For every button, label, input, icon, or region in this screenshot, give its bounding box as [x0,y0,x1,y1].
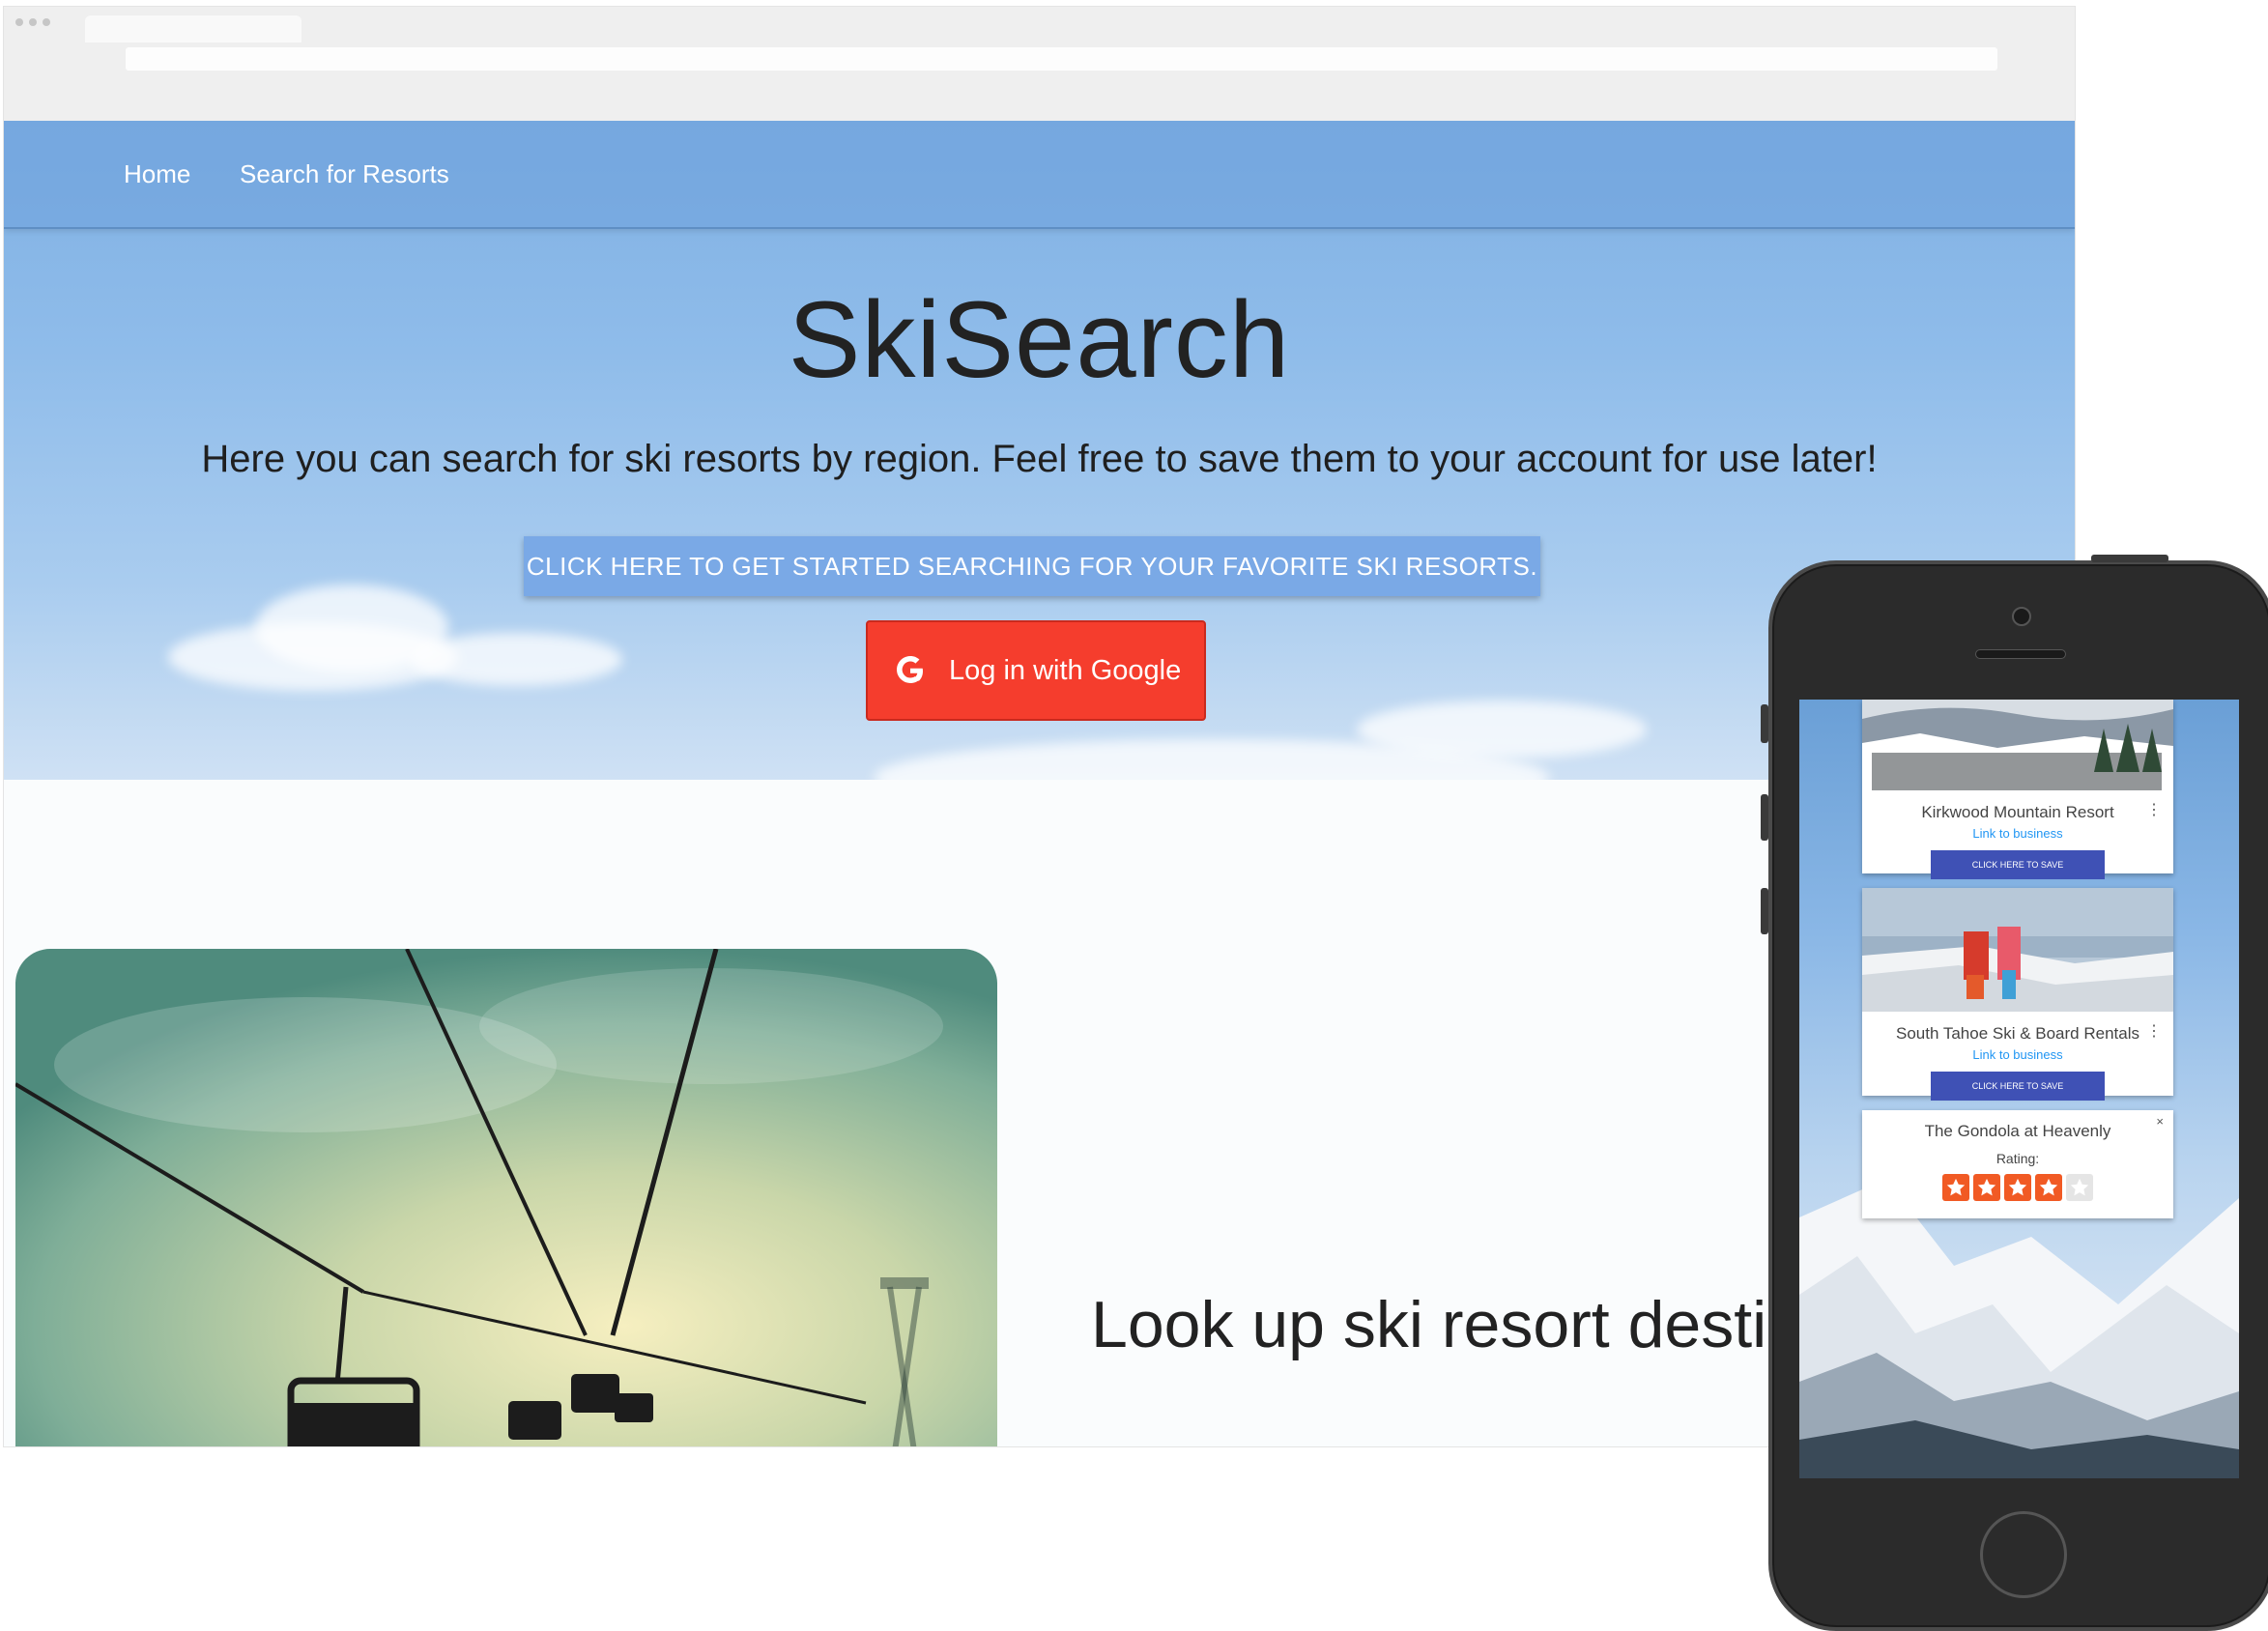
rating-card: × The Gondola at Heavenly Rating: [1862,1110,2173,1218]
resort-card: ⋮ Kirkwood Mountain Resort Link to busin… [1862,700,2173,879]
window-dot[interactable] [15,18,23,26]
browser-chrome [4,7,2075,123]
phone-mockup: ⋮ Kirkwood Mountain Resort Link to busin… [1761,555,2268,1631]
star-icon [2035,1174,2062,1201]
chairlift-photo [15,949,997,1446]
card-menu-icon[interactable]: ⋮ [2146,800,2162,819]
phone-side-button [1761,794,1768,841]
browser-tab[interactable] [85,15,301,43]
cloud-decoration [1357,701,1647,758]
business-link[interactable]: Link to business [1862,1047,2173,1062]
speaker-grille [1975,649,2066,659]
address-bar[interactable] [126,47,1997,71]
cloud-decoration [410,633,622,686]
hero-section: Home Search for Resorts SkiSearch Here y… [4,121,2075,780]
home-button[interactable] [1980,1511,2067,1598]
star-icon [2004,1174,2031,1201]
get-started-button[interactable]: CLICK HERE TO GET STARTED SEARCHING FOR … [524,536,1540,596]
resort-name: South Tahoe Ski & Board Rentals [1895,1024,2139,1043]
save-resort-button[interactable]: CLICK HERE TO SAVE [1931,1072,2105,1101]
star-icon [1942,1174,1969,1201]
card-menu-icon[interactable]: ⋮ [2146,1021,2162,1041]
window-controls [15,18,50,26]
star-rating [1862,1174,2173,1206]
phone-side-button [2091,555,2168,562]
page-title: SkiSearch [788,279,1291,400]
window-dot[interactable] [43,18,50,26]
window-dot[interactable] [29,18,37,26]
google-login-label: Log in with Google [949,654,1182,686]
attraction-name: The Gondola at Heavenly [1924,1122,2111,1140]
star-icon [1973,1174,2000,1201]
resort-photo [1862,888,2173,1012]
top-navbar: Home Search for Resorts [4,121,2075,229]
save-resort-button[interactable]: CLICK HERE TO SAVE [1931,850,2105,879]
resort-photo [1862,700,2173,790]
nav-search-resorts-link[interactable]: Search for Resorts [240,159,449,189]
close-icon[interactable]: × [2156,1114,2164,1129]
rating-label: Rating: [1995,1151,2040,1166]
resort-card: ⋮ South Tahoe Ski & Board Rentals Link t… [1862,888,2173,1101]
google-g-icon [897,656,923,683]
resort-name: Kirkwood Mountain Resort [1921,803,2114,821]
camera-icon [2012,607,2031,626]
hero-subtitle: Here you can search for ski resorts by r… [201,438,1878,480]
star-icon [2066,1174,2093,1201]
phone-screen: ⋮ Kirkwood Mountain Resort Link to busin… [1799,700,2239,1478]
phone-side-button [1761,704,1768,743]
google-login-button[interactable]: Log in with Google [866,620,1206,721]
phone-side-button [1761,888,1768,934]
nav-home-link[interactable]: Home [124,159,190,189]
section-heading: Look up ski resort desti [1091,1288,1767,1361]
chairlift-image [15,949,997,1446]
business-link[interactable]: Link to business [1862,826,2173,841]
